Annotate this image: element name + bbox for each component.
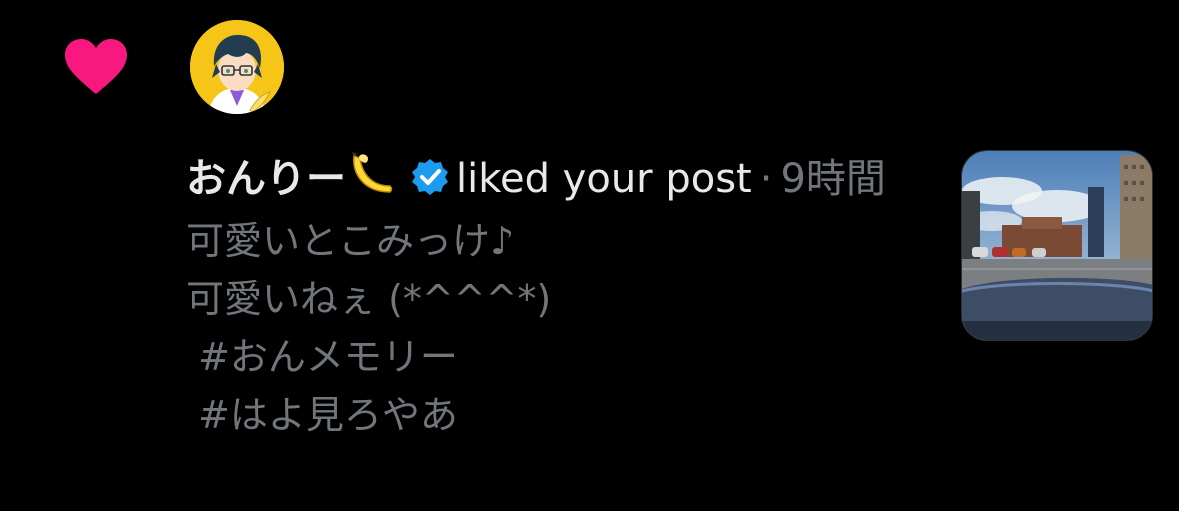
notification-headline: おんりー liked your post · 9時間 xyxy=(186,148,916,210)
timestamp: 9時間 xyxy=(780,156,886,202)
post-hashtag[interactable]: #はよ見ろやあ xyxy=(186,386,916,444)
user-avatar[interactable] xyxy=(190,20,284,114)
post-thumbnail[interactable] xyxy=(961,150,1153,341)
user-display-name[interactable]: おんりー xyxy=(186,156,346,202)
post-text: 可愛いとこみっけ♪ 可愛いねぇ (*^^^*) #おんメモリー #はよ見ろやあ xyxy=(186,212,916,444)
verified-badge-icon xyxy=(410,153,450,195)
banana-icon xyxy=(346,150,396,198)
action-text: liked your post xyxy=(456,156,752,202)
separator-dot: · xyxy=(759,156,773,202)
notification-content: おんりー liked your post · 9時間 可愛いとこみっけ♪ 可愛いねぇ … xyxy=(186,148,916,444)
heart-icon xyxy=(63,38,129,96)
post-hashtag[interactable]: #おんメモリー xyxy=(186,328,916,386)
post-line: 可愛いねぇ (*^^^*) xyxy=(186,277,552,321)
like-notification[interactable]: おんりー liked your post · 9時間 可愛いとこみっけ♪ 可愛いねぇ … xyxy=(0,0,1179,511)
post-line: 可愛いとこみっけ♪ xyxy=(186,219,515,263)
